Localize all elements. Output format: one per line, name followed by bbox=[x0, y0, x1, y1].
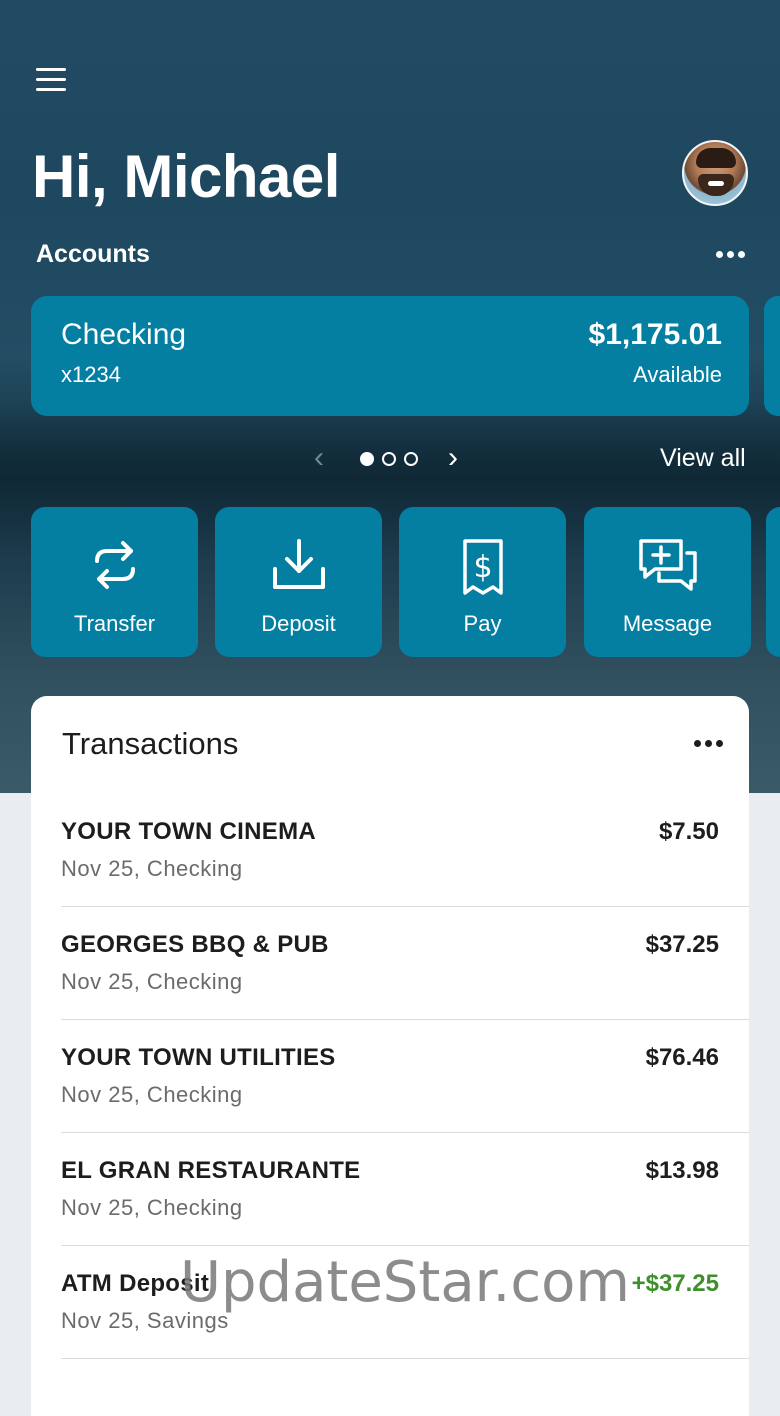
transaction-row[interactable]: YOUR TOWN UTILITIES Nov 25, Checking $76… bbox=[61, 1020, 749, 1133]
next-account-card-peek[interactable] bbox=[764, 296, 780, 416]
pay-label: Pay bbox=[463, 611, 502, 636]
transactions-title: Transactions bbox=[62, 726, 239, 761]
transactions-more-icon[interactable] bbox=[694, 740, 723, 747]
account-name: Checking bbox=[61, 318, 187, 351]
transaction-amount: $7.50 bbox=[658, 818, 719, 845]
transaction-merchant: YOUR TOWN UTILITIES bbox=[61, 1044, 336, 1071]
transaction-row[interactable]: EL GRAN RESTAURANTE Nov 25, Checking $13… bbox=[61, 1133, 749, 1246]
svg-text:$: $ bbox=[473, 550, 492, 585]
more-actions-peek[interactable] bbox=[766, 507, 780, 657]
account-pager: ‹ › bbox=[310, 443, 470, 474]
pager-dot-3[interactable] bbox=[404, 452, 418, 466]
bill-dollar-icon: $ bbox=[462, 539, 503, 595]
account-balance: $1,175.01 bbox=[588, 318, 722, 351]
view-all-link[interactable]: View all bbox=[660, 444, 746, 473]
transaction-amount: +$37.25 bbox=[631, 1270, 719, 1297]
accounts-more-icon[interactable] bbox=[716, 251, 745, 258]
pay-button[interactable]: $ Pay bbox=[399, 507, 566, 657]
transaction-merchant: EL GRAN RESTAURANTE bbox=[61, 1157, 361, 1184]
avatar[interactable] bbox=[682, 140, 748, 206]
accounts-label: Accounts bbox=[36, 240, 150, 268]
deposit-button[interactable]: Deposit bbox=[215, 507, 382, 657]
transaction-row[interactable]: GEORGES BBQ & PUB Nov 25, Checking $37.2… bbox=[61, 907, 749, 1020]
transaction-merchant: GEORGES BBQ & PUB bbox=[61, 931, 329, 958]
transaction-amount: $76.46 bbox=[645, 1044, 719, 1071]
account-number: x1234 bbox=[61, 362, 121, 387]
deposit-label: Deposit bbox=[261, 611, 336, 636]
transaction-merchant: YOUR TOWN CINEMA bbox=[61, 818, 317, 845]
transaction-detail: Nov 25, Checking bbox=[61, 856, 243, 881]
transaction-row[interactable]: YOUR TOWN CINEMA Nov 25, Checking $7.50 bbox=[61, 794, 749, 907]
deposit-download-icon bbox=[272, 539, 325, 589]
transaction-detail: Nov 25, Checking bbox=[61, 1082, 243, 1107]
watermark: UpdateStar.com bbox=[180, 1250, 630, 1315]
message-button[interactable]: Message bbox=[584, 507, 751, 657]
transaction-detail: Nov 25, Checking bbox=[61, 969, 243, 994]
hamburger-menu-icon[interactable] bbox=[36, 68, 70, 98]
pager-dot-1[interactable] bbox=[360, 452, 374, 466]
message-label: Message bbox=[622, 611, 713, 636]
account-card-checking[interactable]: Checking x1234 $1,175.01 Available bbox=[31, 296, 749, 416]
transfer-label: Transfer bbox=[73, 611, 156, 636]
greeting-title: Hi, Michael bbox=[32, 143, 340, 210]
transaction-detail: Nov 25, Checking bbox=[61, 1195, 243, 1220]
pager-prev-icon[interactable]: ‹ bbox=[314, 443, 324, 473]
transfer-button[interactable]: Transfer bbox=[31, 507, 198, 657]
transfer-arrows-icon bbox=[94, 541, 135, 589]
row-divider bbox=[61, 1358, 749, 1359]
transaction-amount: $37.25 bbox=[645, 931, 719, 958]
transaction-amount: $13.98 bbox=[645, 1157, 719, 1184]
pager-dot-2[interactable] bbox=[382, 452, 396, 466]
account-balance-label: Available bbox=[633, 362, 722, 387]
message-plus-icon bbox=[638, 539, 697, 591]
pager-next-icon[interactable]: › bbox=[448, 443, 458, 473]
